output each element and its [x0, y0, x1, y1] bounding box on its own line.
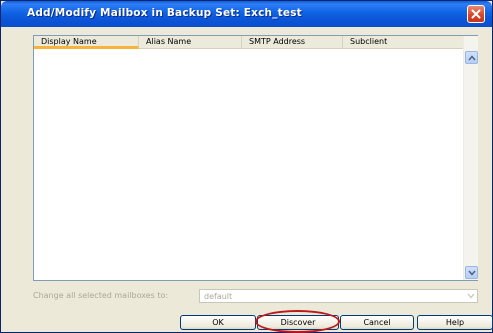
column-header-subclient[interactable]: Subclient [343, 36, 463, 49]
subclient-select-value: default [204, 292, 233, 301]
subclient-select[interactable]: default [199, 289, 478, 303]
combo-dropdown-button[interactable] [465, 291, 476, 301]
title-bar[interactable]: Add/Modify Mailbox in Backup Set: Exch_t… [1, 1, 492, 27]
column-header-smtp-address[interactable]: SMTP Address [242, 36, 343, 49]
mailbox-table[interactable]: Display Name Alias Name SMTP Address Sub… [33, 35, 478, 281]
cancel-button[interactable]: Cancel [340, 315, 414, 330]
discover-button[interactable]: Discover [257, 315, 339, 330]
chevron-up-icon [467, 54, 476, 60]
scroll-down-button[interactable] [465, 266, 478, 279]
table-header: Display Name Alias Name SMTP Address Sub… [34, 36, 463, 49]
scroll-up-button[interactable] [465, 51, 478, 64]
ok-button[interactable]: OK [180, 315, 256, 330]
window-title: Add/Modify Mailbox in Backup Set: Exch_t… [27, 7, 302, 19]
dialog-body: Display Name Alias Name SMTP Address Sub… [5, 27, 493, 333]
help-button[interactable]: Help [417, 315, 493, 330]
dialog-window: Add/Modify Mailbox in Backup Set: Exch_t… [0, 0, 493, 333]
change-all-row: Change all selected mailboxes to: defaul… [33, 289, 478, 303]
close-icon [471, 9, 481, 19]
vertical-scrollbar[interactable] [463, 36, 478, 280]
column-header-display-name[interactable]: Display Name [34, 36, 139, 49]
column-header-alias-name[interactable]: Alias Name [139, 36, 242, 49]
change-all-label: Change all selected mailboxes to: [33, 291, 169, 300]
chevron-down-icon [467, 270, 476, 276]
chevron-down-icon [467, 293, 474, 299]
close-button[interactable] [467, 5, 485, 23]
